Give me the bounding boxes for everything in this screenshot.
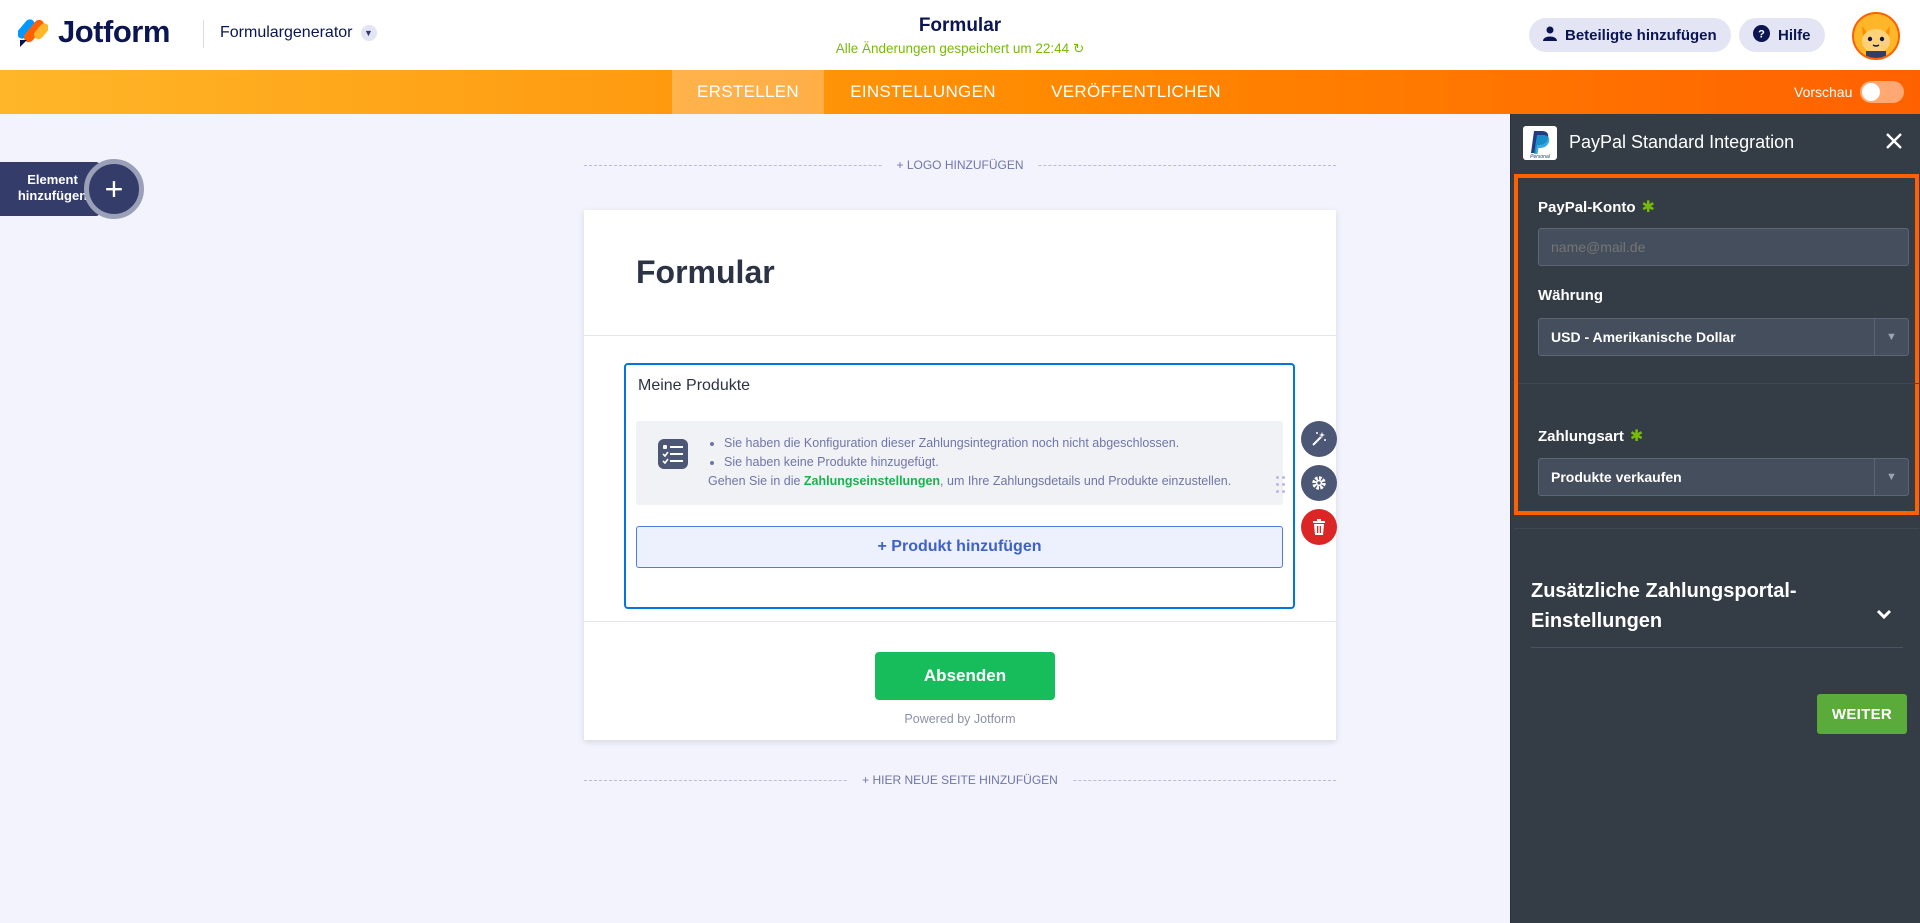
chevron-down-icon: ▼ — [360, 25, 377, 41]
paypal-logo-text: Personal — [1530, 154, 1551, 160]
currency-select[interactable]: USD - Amerikanische Dollar ▼ — [1538, 318, 1909, 356]
extra-settings-divider — [1531, 647, 1903, 648]
top-header: Jotform Formulargenerator ▼ Formular All… — [0, 0, 1920, 70]
add-element-label: Element hinzufügen — [17, 172, 88, 203]
warning-item: Sie haben die Konfiguration dieser Zahlu… — [724, 434, 1231, 453]
gear-icon[interactable] — [1301, 465, 1337, 501]
chevron-down-icon: ▼ — [1874, 319, 1908, 355]
add-product-button[interactable]: + Produkt hinzufügen — [636, 526, 1283, 568]
warning-hint-suffix: , um Ihre Zahlungsdetails und Produkte e… — [940, 474, 1232, 488]
builder-switch-label: Formulargenerator — [220, 24, 353, 41]
chevron-down-icon: ▼ — [1874, 459, 1908, 495]
paypal-settings-panel: Personal PayPal Standard Integration Pay… — [1510, 114, 1920, 923]
paypal-account-label: PayPal-Konto ✱ — [1538, 197, 1655, 217]
question-circle-icon: ? — [1753, 24, 1770, 46]
avatar[interactable] — [1852, 12, 1900, 60]
next-button[interactable]: WEITER — [1817, 694, 1907, 734]
close-icon[interactable] — [1885, 132, 1903, 154]
submit-button[interactable]: Absenden — [875, 652, 1055, 700]
header-divider — [203, 20, 204, 48]
refresh-icon: ↻ — [1072, 41, 1085, 56]
svg-text:?: ? — [1758, 28, 1765, 40]
panel-header: Personal PayPal Standard Integration — [1511, 114, 1920, 174]
add-page-button[interactable]: + HIER NEUE SEITE HINZUFÜGEN — [848, 773, 1072, 787]
form-card: Formular Meine Produkte Sie haben die Ko… — [584, 210, 1336, 740]
tab-veroeffentlichen[interactable]: VERÖFFENTLICHEN — [1022, 70, 1250, 114]
panel-divider — [1514, 528, 1919, 529]
plus-icon[interactable]: + — [84, 159, 144, 219]
required-star-icon: ✱ — [1641, 199, 1655, 216]
save-status-text: Alle Änderungen gespeichert um 22:44 — [835, 41, 1070, 56]
payment-warning-box: Sie haben die Konfiguration dieser Zahlu… — [636, 421, 1283, 505]
products-field-label[interactable]: Meine Produkte — [638, 377, 750, 395]
payment-type-value: Produkte verkaufen — [1551, 469, 1682, 485]
paypal-account-label-text: PayPal-Konto — [1538, 199, 1636, 216]
powered-by: Powered by Jotform — [904, 712, 1016, 726]
preview-toggle-group: Vorschau — [1794, 81, 1905, 103]
form-header-divider — [584, 335, 1336, 336]
add-collaborator-label: Beteiligte hinzufügen — [1565, 26, 1717, 44]
drag-handle-icon[interactable] — [1276, 476, 1288, 496]
required-star-icon: ✱ — [1629, 428, 1644, 445]
warning-hint-prefix: Gehen Sie in die — [708, 474, 801, 488]
payment-type-select[interactable]: Produkte verkaufen ▼ — [1538, 458, 1909, 496]
warning-item: Sie haben keine Produkte hinzugefügt. — [724, 453, 1231, 472]
jotform-logo[interactable]: Jotform — [17, 14, 170, 50]
brand-name: Jotform — [58, 14, 170, 49]
warning-hint: Gehen Sie in die Zahlungseinstellungen, … — [708, 472, 1231, 491]
preview-toggle[interactable] — [1860, 81, 1905, 103]
form-title[interactable]: Formular — [636, 254, 775, 291]
trash-icon[interactable] — [1301, 509, 1337, 545]
payment-settings-link[interactable]: Zahlungseinstellungen — [804, 474, 940, 488]
help-button[interactable]: ? Hilfe — [1739, 18, 1825, 52]
currency-label: Währung — [1538, 287, 1603, 304]
magic-wand-icon[interactable] — [1301, 421, 1337, 457]
list-checks-icon — [658, 439, 688, 469]
currency-value: USD - Amerikanische Dollar — [1551, 329, 1736, 345]
paypal-account-input[interactable] — [1538, 228, 1909, 266]
tab-einstellungen[interactable]: EINSTELLUNGEN — [824, 70, 1022, 114]
extra-settings-toggle[interactable]: Zusätzliche Zahlungsportal-Einstellungen — [1531, 576, 1881, 636]
help-label: Hilfe — [1778, 26, 1811, 44]
payment-type-label-text: Zahlungsart — [1538, 428, 1624, 445]
add-logo-button[interactable]: + LOGO HINZUFÜGEN — [882, 158, 1038, 172]
jotform-logo-icon — [17, 16, 49, 48]
builder-switch[interactable]: Formulargenerator ▼ — [220, 24, 377, 42]
chevron-down-icon[interactable] — [1876, 604, 1892, 625]
products-field[interactable]: Meine Produkte Sie haben die Konfigurati… — [624, 363, 1295, 609]
warning-list: Sie haben die Konfiguration dieser Zahlu… — [708, 434, 1231, 491]
form-footer-divider — [584, 621, 1336, 622]
builder-nav: ERSTELLEN EINSTELLUNGEN VERÖFFENTLICHEN … — [0, 70, 1920, 114]
user-icon — [1543, 26, 1557, 45]
panel-title: PayPal Standard Integration — [1569, 132, 1795, 152]
panel-divider — [1518, 383, 1920, 384]
paypal-logo-icon: Personal — [1523, 126, 1557, 160]
preview-label: Vorschau — [1794, 84, 1853, 100]
tab-erstellen[interactable]: ERSTELLEN — [672, 70, 824, 114]
payment-type-label: Zahlungsart ✱ — [1538, 426, 1643, 446]
add-collaborator-button[interactable]: Beteiligte hinzufügen — [1529, 18, 1731, 52]
required-settings-highlight: PayPal-Konto ✱ Währung USD - Amerikanisch… — [1514, 174, 1920, 515]
